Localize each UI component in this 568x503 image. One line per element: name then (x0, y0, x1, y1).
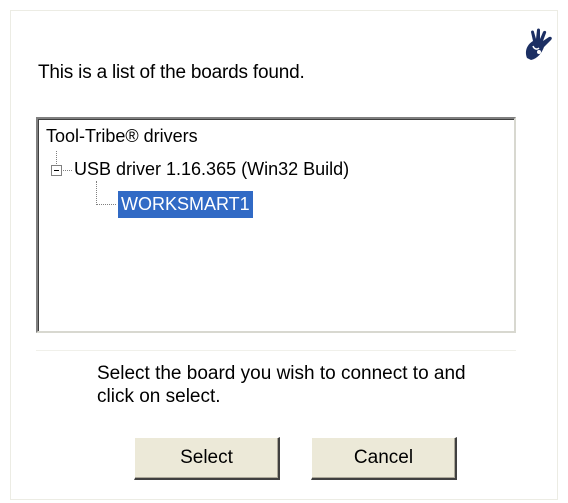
panel-border (10, 10, 558, 11)
tree-root-label: Tool-Tribe® drivers (46, 126, 198, 146)
cancel-button[interactable]: Cancel (311, 437, 457, 480)
tree-connector (96, 204, 116, 205)
instruction-text: Select the board you wish to connect to … (97, 363, 466, 407)
collapse-icon[interactable] (51, 165, 62, 176)
board-tree[interactable]: Tool-Tribe® drivers USB driver 1.16.365 … (36, 117, 516, 333)
select-button[interactable]: Select (134, 437, 280, 480)
panel-border (10, 499, 558, 500)
intro-text: This is a list of the boards found. (38, 62, 305, 83)
tree-connector (96, 181, 97, 205)
tree-node-board[interactable]: WORKSMART1 (118, 191, 253, 218)
tree-connector (56, 151, 57, 164)
board-selection-panel: This is a list of the boards found. Tool… (0, 0, 568, 503)
panel-border (557, 10, 558, 500)
panel-border (10, 10, 11, 500)
divider (36, 350, 516, 351)
tree-node-usb-driver[interactable]: USB driver 1.16.365 (Win32 Build) (74, 159, 349, 180)
tree-connector (63, 170, 72, 171)
hand-icon (525, 28, 552, 60)
